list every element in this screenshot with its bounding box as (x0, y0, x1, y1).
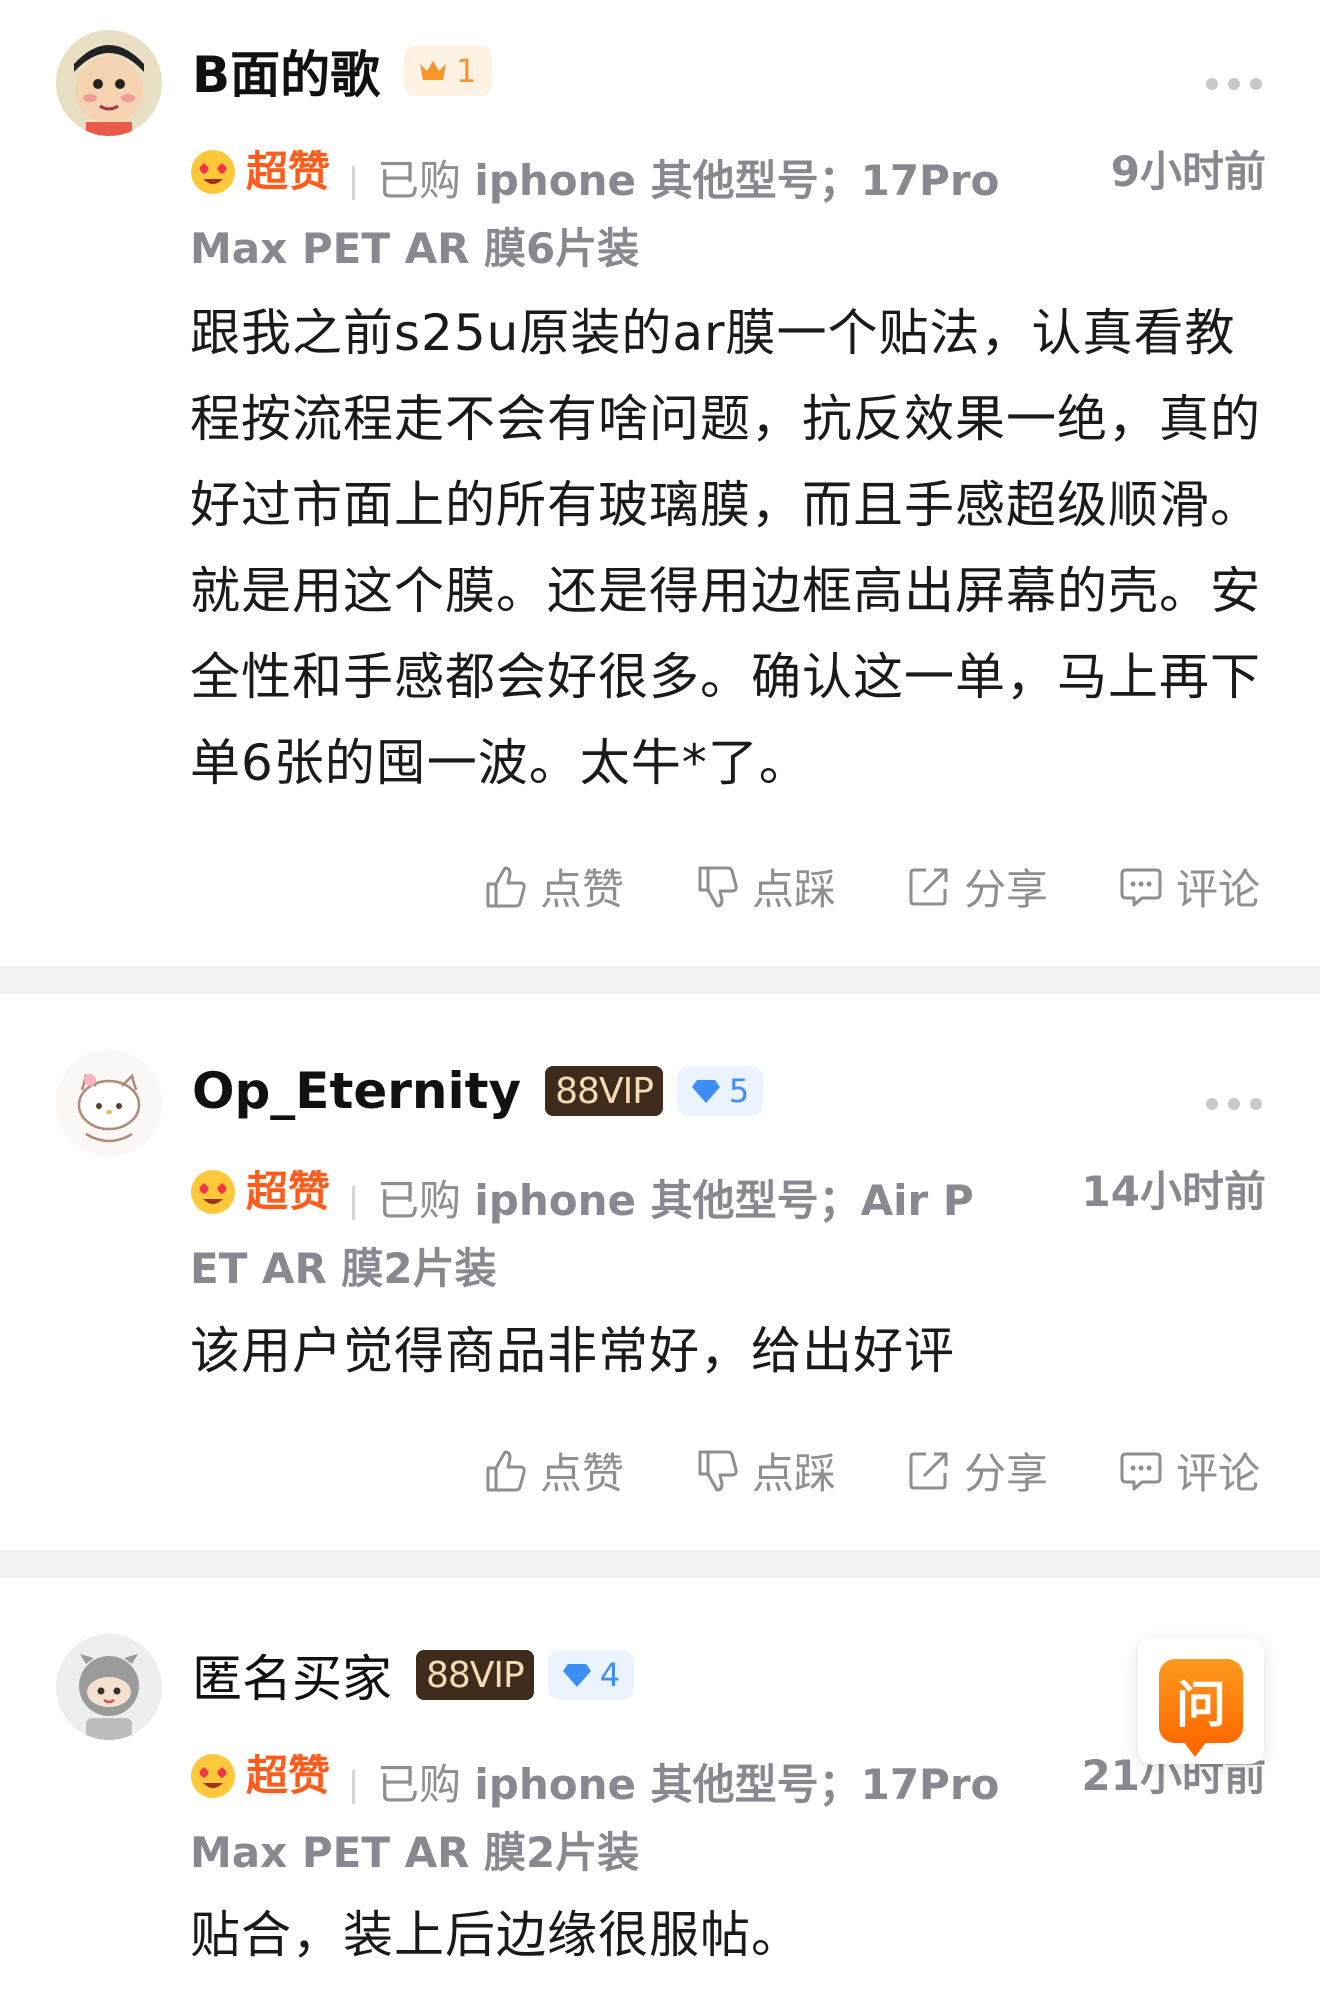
avatar[interactable] (56, 30, 162, 136)
thumb-up-icon (486, 1450, 526, 1491)
share-button[interactable]: 分享 (904, 1440, 1048, 1501)
rating-label: 超赞 (246, 1751, 331, 1800)
comment-label: 评论 (1175, 865, 1260, 914)
crown-level: 1 (456, 52, 477, 90)
rating-badge: 超赞 (190, 1158, 330, 1226)
rating-label: 超赞 (246, 147, 331, 196)
review-header: Op_Eternity 88VIP 5 (192, 1056, 764, 1126)
ask-label: 问 (1176, 1676, 1226, 1734)
more-icon[interactable] (1206, 78, 1262, 90)
section-divider (0, 966, 1320, 994)
share-icon (909, 1452, 948, 1489)
diamond-level: 4 (599, 1656, 621, 1694)
avatar[interactable] (56, 1050, 162, 1156)
purchase-label: 已购 (377, 1760, 462, 1809)
review-content: 贴合，装上后边缘很服帖。 (190, 1906, 802, 1964)
review-header: B面的歌 1 (192, 35, 493, 107)
spec-line1: iphone 其他型号；17Pro (474, 156, 1000, 205)
dislike-label: 点踩 (751, 865, 836, 914)
ask-icon: 问 (1159, 1659, 1243, 1757)
like-label: 点赞 (539, 865, 624, 914)
review-meta: 9小时前 超赞 已购 iphone 其他型号；17Pro Max PET AR … (190, 138, 1266, 283)
thumb-down-icon (698, 1450, 738, 1491)
crown-level-badge: 1 (404, 46, 493, 96)
rating-label: 超赞 (246, 1167, 331, 1216)
review-card: Op_Eternity 88VIP 5 14小时前 超赞 已购 iphone 其… (0, 994, 1320, 1550)
spec-line1: iphone 其他型号；17Pro (474, 1760, 1000, 1809)
thumb-up-icon (486, 866, 526, 907)
review-meta: 21小时前 超赞 已购 iphone 其他型号；17Pro Max PET AR… (190, 1742, 1266, 1887)
vip-badge: 88VIP (545, 1066, 663, 1116)
heart-eyes-icon (191, 1170, 235, 1214)
comment-label: 评论 (1175, 1449, 1260, 1498)
crown-icon (420, 61, 447, 80)
like-button[interactable]: 点赞 (480, 1440, 624, 1501)
rating-badge: 超赞 (190, 138, 330, 206)
vip-badge: 88VIP (416, 1650, 534, 1700)
heart-eyes-icon (191, 150, 235, 194)
share-button[interactable]: 分享 (904, 856, 1048, 917)
diamond-icon (562, 1664, 591, 1687)
review-card: 匿名买家 88VIP 4 21小时前 超赞 已购 iphone 其他型号；17P… (0, 1578, 1320, 1995)
review-content: 该用户觉得商品非常好，给出好评 (190, 1322, 955, 1380)
username[interactable]: Op_Eternity (192, 1062, 521, 1120)
review-time: 9小时前 (1070, 138, 1266, 206)
comment-icon (1120, 1452, 1162, 1490)
diamond-level-badge: 5 (676, 1066, 764, 1116)
review-header: 匿名买家 88VIP 4 (192, 1639, 635, 1711)
action-bar: 点赞 点踩 分享 评论 (480, 1440, 1260, 1501)
spec-line2: Max PET AR 膜2片装 (190, 1828, 640, 1877)
share-label: 分享 (963, 1449, 1048, 1498)
dislike-button[interactable]: 点踩 (692, 856, 836, 917)
diamond-icon (691, 1080, 720, 1103)
share-label: 分享 (963, 865, 1048, 914)
thumb-down-icon (698, 866, 738, 907)
diamond-level-badge: 4 (547, 1650, 635, 1700)
spec-line2: ET AR 膜2片装 (190, 1244, 497, 1293)
review-meta: 14小时前 超赞 已购 iphone 其他型号；Air P ET AR 膜2片装 (190, 1158, 1266, 1303)
purchase-label: 已购 (377, 156, 462, 205)
review-time: 14小时前 (1041, 1158, 1266, 1226)
purchase-label: 已购 (377, 1176, 462, 1225)
comment-icon (1120, 868, 1162, 906)
avatar[interactable] (56, 1634, 162, 1740)
ask-button[interactable]: 问 (1138, 1638, 1264, 1764)
spec-line2: Max PET AR 膜6片装 (190, 224, 640, 273)
dislike-button[interactable]: 点踩 (692, 1440, 836, 1501)
review-content: 跟我之前s25u原装的ar膜一个贴法，认真看教程按流程走不会有啥问题，抗反效果一… (190, 304, 1261, 792)
heart-eyes-icon (191, 1754, 235, 1798)
share-icon (909, 868, 948, 905)
comment-button[interactable]: 评论 (1116, 856, 1260, 917)
review-card: B面的歌 1 9小时前 超赞 已购 iphone 其他型号；17Pro Max … (0, 0, 1320, 966)
like-button[interactable]: 点赞 (480, 856, 624, 917)
dislike-label: 点踩 (751, 1449, 836, 1498)
action-bar: 点赞 点踩 分享 评论 (480, 856, 1260, 917)
rating-badge: 超赞 (190, 1742, 330, 1810)
section-divider (0, 1550, 1320, 1578)
username[interactable]: B面的歌 (192, 35, 380, 107)
username[interactable]: 匿名买家 (192, 1639, 392, 1711)
spec-line1: iphone 其他型号；Air P (474, 1176, 974, 1225)
more-icon[interactable] (1206, 1098, 1262, 1110)
comment-button[interactable]: 评论 (1116, 1440, 1260, 1501)
diamond-level: 5 (728, 1072, 750, 1110)
like-label: 点赞 (539, 1449, 624, 1498)
